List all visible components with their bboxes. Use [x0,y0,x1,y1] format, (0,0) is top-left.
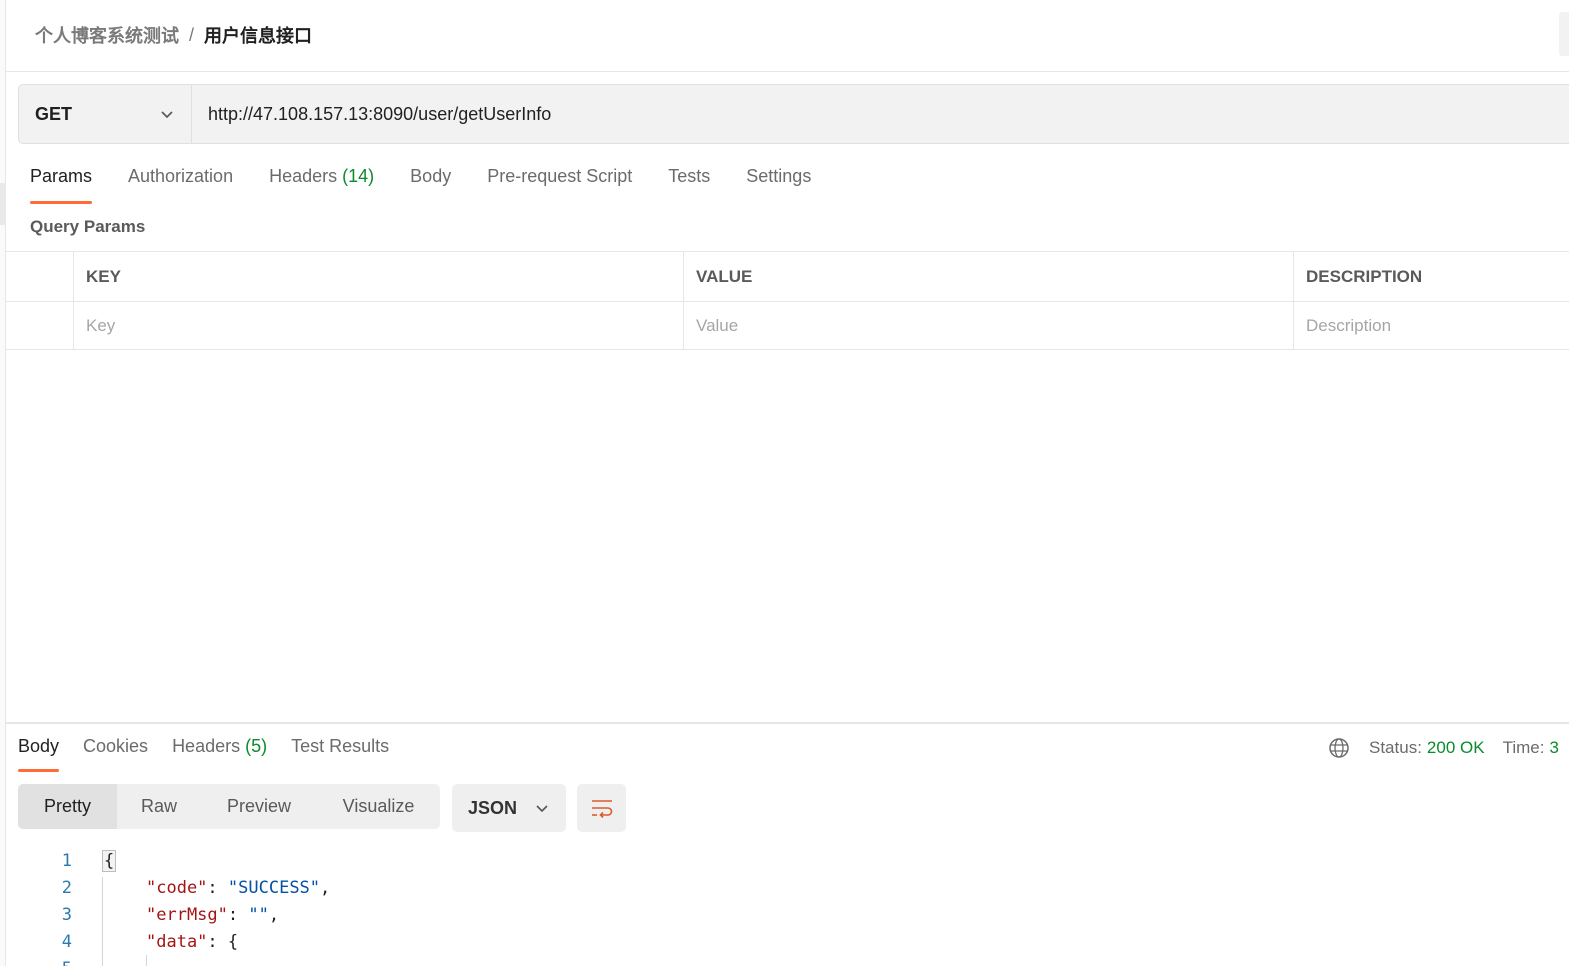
tab-authorization-label: Authorization [128,166,234,186]
format-label: JSON [468,797,518,818]
wrap-lines-icon [591,800,612,819]
response-tab-body-label: Body [18,736,60,756]
tab-tests[interactable]: Tests [668,166,710,204]
json-punct: { [227,931,239,952]
breadcrumb-collection[interactable]: 个人博客系统测试 [35,22,179,48]
checkbox-column-header [6,252,74,301]
status-label: Status: [1369,738,1422,757]
params-table: KEY VALUE DESCRIPTION [6,251,1569,350]
response-tab-body[interactable]: Body [18,736,60,772]
url-bar: GET [18,84,1569,144]
response-tab-cookies-label: Cookies [83,736,149,756]
line-number: 5 [18,959,72,966]
chevron-down-icon [536,805,548,813]
code-indent-guide-nested [146,955,147,966]
json-string: "" [248,904,269,925]
tab-headers[interactable]: Headers (14) [269,166,374,204]
query-params-title: Query Params [30,217,146,236]
breadcrumb: 个人博客系统测试 / 用户信息接口 [35,22,312,48]
key-cell [74,302,684,349]
code-text: "data": { [146,932,238,952]
headers-count-badge: (14) [342,166,375,186]
tab-authorization[interactable]: Authorization [128,166,233,204]
format-select[interactable]: JSON [452,784,566,832]
json-string: "SUCCESS" [227,877,321,898]
code-indent-guide [102,877,103,966]
key-input[interactable] [86,315,683,336]
wrap-lines-button[interactable] [577,784,626,832]
response-headers-count-badge: (5) [245,736,268,756]
url-input[interactable] [192,85,1569,143]
method-label: GET [35,103,73,124]
code-line: 1 { [18,847,117,874]
table-header-row: KEY VALUE DESCRIPTION [6,252,1569,302]
tab-pre-request-script[interactable]: Pre-request Script [487,166,632,204]
response-tab-headers-label: Headers [172,736,241,756]
view-raw-button[interactable]: Raw [117,784,201,829]
request-tabs: Params Authorization Headers (14) Body P… [30,166,847,206]
response-pane-divider[interactable] [6,722,1569,724]
view-mode-selector: Pretty Raw Preview Visualize [18,784,440,829]
json-separator: : [207,877,228,898]
json-separator: : [227,904,249,925]
tab-headers-label: Headers [269,166,338,186]
json-key: "code" [146,877,208,898]
tab-body-label: Body [410,166,452,186]
chevron-down-icon [161,111,173,119]
response-tab-test-results[interactable]: Test Results [291,736,389,772]
line-number: 1 [61,850,72,871]
tab-settings[interactable]: Settings [746,166,811,204]
value-input[interactable] [696,315,1293,336]
breadcrumb-request-name[interactable]: 用户信息接口 [204,22,312,48]
sidebar-edge-marker [0,183,6,225]
globe-icon[interactable] [1328,737,1350,759]
tab-tests-label: Tests [668,166,711,186]
view-visualize-button[interactable]: Visualize [317,784,440,829]
code-text: "code": "SUCCESS", [146,878,330,898]
json-separator: : [207,931,228,952]
value-cell [684,302,1294,349]
response-tab-cookies[interactable]: Cookies [83,736,148,772]
code-line: 2 "code": "SUCCESS", [18,874,331,901]
tab-pre-request-script-label: Pre-request Script [487,166,633,186]
table-row [6,302,1569,350]
view-preview-button[interactable]: Preview [201,784,317,829]
key-column-header: KEY [74,252,684,301]
line-number: 3 [61,904,72,925]
response-body-viewer[interactable]: 1 { 2 "code": "SUCCESS", 3 "errMsg": "",… [18,847,331,966]
code-line: 4 "data": { [18,928,238,955]
code-line: 5 [18,955,72,966]
request-header: 个人博客系统测试 / 用户信息接口 [6,0,1569,72]
response-tabs: Body Cookies Headers (5) Test Results [18,736,413,772]
tab-params[interactable]: Params [30,166,93,204]
tab-body[interactable]: Body [410,166,451,204]
view-pretty-button[interactable]: Pretty [18,784,117,829]
row-checkbox-cell [6,302,74,349]
response-status-area: Status: 200 OK Time: 3 [1328,737,1559,759]
code-text: "errMsg": "", [146,905,279,925]
json-key: "data" [146,931,208,952]
description-cell [1294,302,1569,349]
json-brace: { [102,849,117,872]
time-label: Time: [1502,738,1545,757]
time-value[interactable]: 3 [1549,738,1558,758]
breadcrumb-separator: / [189,24,195,45]
json-punct: , [320,877,331,898]
code-text: { [102,849,117,872]
description-input[interactable] [1306,315,1569,336]
code-line: 3 "errMsg": "", [18,901,279,928]
tab-params-label: Params [30,166,93,186]
response-tab-test-results-label: Test Results [291,736,390,756]
method-select[interactable]: GET [19,85,192,143]
description-column-header: DESCRIPTION [1306,266,1423,286]
response-tab-headers[interactable]: Headers (5) [172,736,267,772]
line-number: 2 [61,877,72,898]
sidebar-edge [0,0,6,966]
value-column-header: VALUE [684,252,1294,301]
tab-settings-label: Settings [746,166,812,186]
json-key: "errMsg" [146,904,228,925]
status-value[interactable]: 200 OK [1427,738,1485,758]
line-number: 4 [61,931,72,952]
json-punct: , [268,904,280,925]
